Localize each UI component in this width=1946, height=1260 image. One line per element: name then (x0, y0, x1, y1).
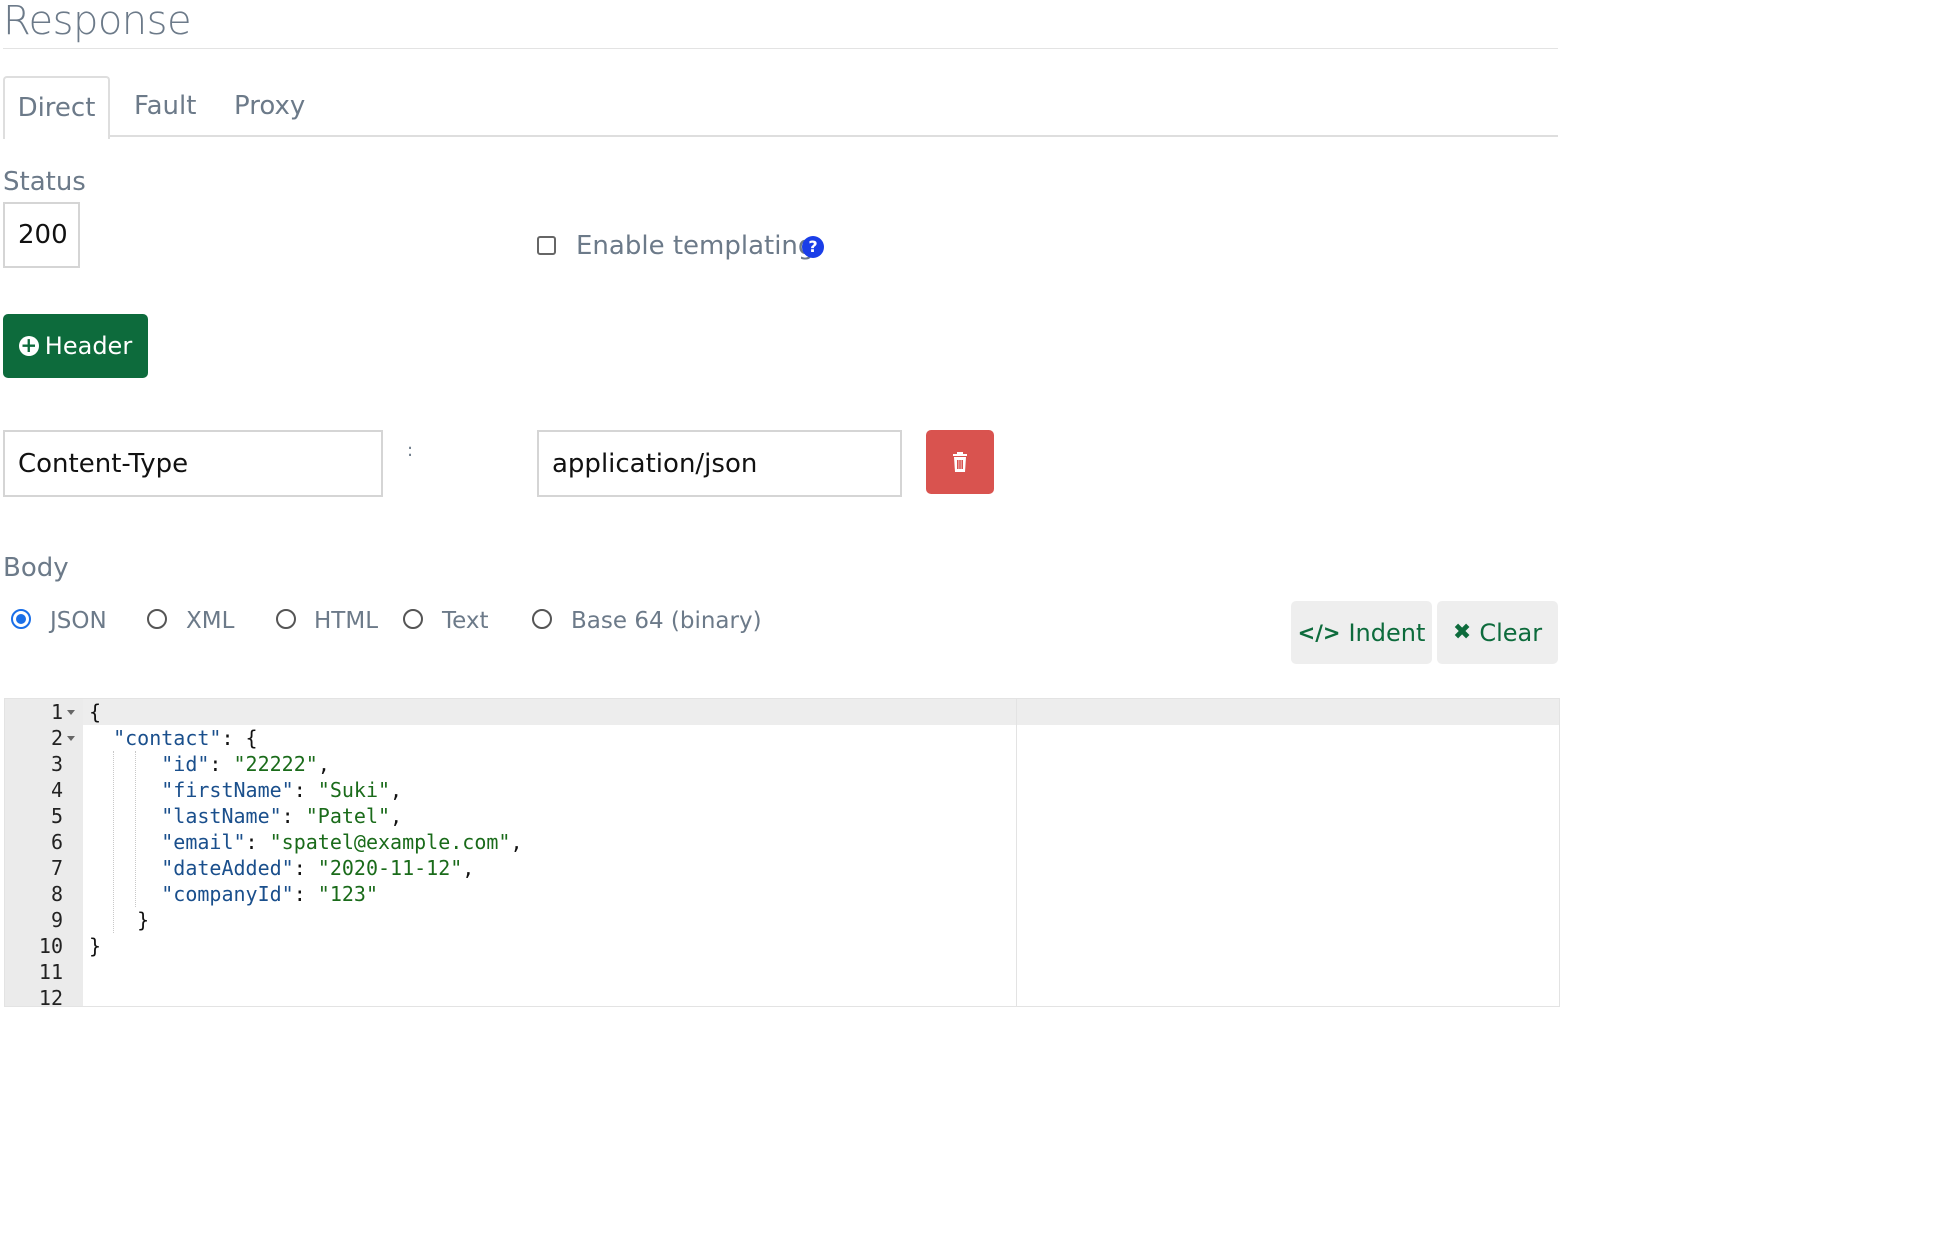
line-number: 11 (38, 960, 63, 984)
status-code-input[interactable]: 200 (3, 202, 80, 268)
format-html-label: HTML (314, 608, 379, 634)
enable-templating-label: Enable templating (576, 231, 815, 261)
tab-proxy-label: Proxy (234, 91, 306, 121)
format-xml-radio[interactable] (147, 609, 167, 629)
tab-fault-label: Fault (134, 91, 197, 121)
line-number: 1 (50, 700, 63, 724)
indent-button[interactable]: </> Indent (1291, 601, 1432, 664)
question-circle-icon[interactable]: ? (802, 236, 824, 258)
tab-fault[interactable]: Fault (134, 76, 196, 136)
code-line: "email": "spatel@example.com", (161, 830, 523, 854)
line-number: 9 (50, 908, 63, 932)
header-name-value: Content-Type (18, 448, 189, 479)
code-icon: </> (1297, 620, 1341, 645)
code-line: } (137, 908, 150, 932)
page-title: Response (3, 0, 192, 44)
code-line: "lastName": "Patel", (161, 804, 403, 828)
delete-header-button[interactable] (926, 430, 994, 494)
trash-icon (953, 452, 967, 472)
format-html-radio[interactable] (276, 609, 296, 629)
active-line-highlight (83, 699, 1559, 725)
format-base64-radio[interactable] (532, 609, 552, 629)
format-text-radio[interactable] (403, 609, 423, 629)
status-label: Status (3, 167, 86, 197)
tab-direct[interactable]: Direct (3, 76, 110, 139)
body-label: Body (3, 553, 69, 583)
code-line: } (89, 934, 102, 958)
format-text-label: Text (442, 608, 489, 634)
times-icon: ✖ (1452, 620, 1472, 645)
clear-button[interactable]: ✖ Clear (1437, 601, 1558, 664)
fold-arrow-icon[interactable] (67, 736, 75, 741)
line-number: 8 (50, 882, 63, 906)
plus-circle-icon: + (18, 333, 39, 357)
header-value-input[interactable]: application/json (537, 430, 902, 497)
code-line: "contact": { (113, 726, 258, 750)
code-line: "firstName": "Suki", (161, 778, 403, 802)
add-header-label: Header (44, 332, 133, 360)
line-number: 10 (38, 934, 63, 958)
indent-label: Indent (1348, 618, 1426, 647)
format-json-radio[interactable] (11, 609, 31, 629)
print-margin (1016, 699, 1017, 1006)
body-code-editor[interactable]: 1 2 3 4 5 6 7 8 9 10 11 12 { "contact": … (4, 698, 1560, 1007)
header-name-input[interactable]: Content-Type (3, 430, 383, 497)
clear-label: Clear (1479, 618, 1543, 647)
code-line: "companyId": "123" (161, 882, 379, 906)
code-line: { (89, 700, 102, 724)
line-number: 7 (50, 856, 63, 880)
title-divider (3, 48, 1558, 49)
format-json-label: JSON (50, 608, 107, 634)
line-number: 5 (50, 804, 63, 828)
code-line: "id": "22222", (161, 752, 330, 776)
response-panel: Response Direct Fault Proxy Status 200 E… (0, 0, 1560, 1015)
line-number: 3 (50, 752, 63, 776)
add-header-button[interactable]: + Header (3, 314, 148, 378)
header-separator: : (407, 440, 414, 461)
status-code-value: 200 (18, 220, 68, 250)
line-number: 2 (50, 726, 63, 750)
tab-proxy[interactable]: Proxy (234, 76, 305, 136)
format-xml-label: XML (186, 608, 235, 634)
line-number: 6 (50, 830, 63, 854)
line-number: 4 (50, 778, 63, 802)
enable-templating-checkbox[interactable] (537, 236, 556, 255)
fold-arrow-icon[interactable] (67, 710, 75, 715)
header-value-value: application/json (552, 448, 758, 479)
code-line: "dateAdded": "2020-11-12", (161, 856, 475, 880)
line-number: 12 (38, 986, 63, 1007)
format-base64-label: Base 64 (binary) (571, 608, 762, 634)
tab-direct-label: Direct (17, 93, 96, 123)
